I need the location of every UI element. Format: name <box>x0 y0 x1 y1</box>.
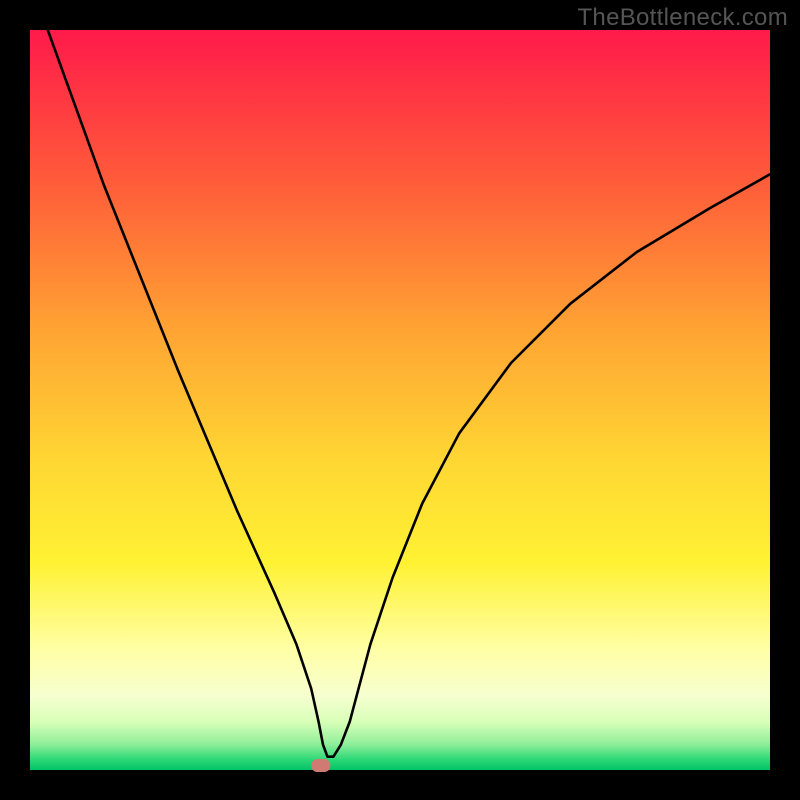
plot-background <box>30 30 770 770</box>
watermark-text: TheBottleneck.com <box>577 4 788 32</box>
chart-frame: TheBottleneck.com <box>0 0 800 800</box>
bottleneck-chart <box>0 0 800 800</box>
optimal-marker <box>311 759 330 772</box>
